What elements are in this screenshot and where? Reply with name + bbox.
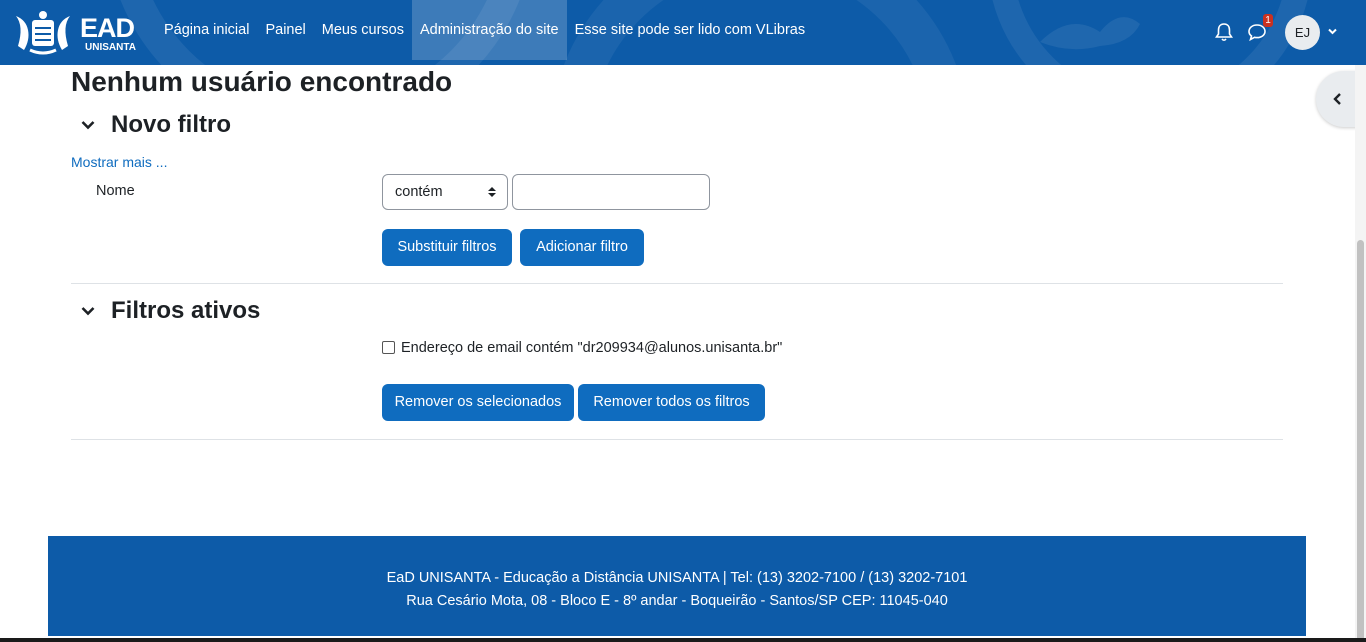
page-title: Nenhum usuário encontrado xyxy=(71,66,453,97)
nav-vlibras[interactable]: Esse site pode ser lido com VLibras xyxy=(567,0,814,60)
name-filter-input[interactable] xyxy=(512,174,710,210)
window-bottom-edge xyxy=(0,638,1366,642)
remove-all-filters-button[interactable]: Remover todos os filtros xyxy=(578,384,765,421)
remove-selected-button[interactable]: Remover os selecionados xyxy=(382,384,574,421)
section-divider xyxy=(71,439,1283,440)
footer-phone: | Tel: (13) 3202-7100 / (13) 3202-7101 xyxy=(718,570,968,586)
collapse-chevron-icon[interactable] xyxy=(80,303,96,319)
logo-subtext: UNISANTA xyxy=(85,42,136,53)
primary-navigation: Página inicial Painel Meus cursos Admini… xyxy=(156,0,813,60)
nav-home[interactable]: Página inicial xyxy=(156,0,257,60)
section-divider xyxy=(71,283,1283,284)
active-filter-checkbox[interactable] xyxy=(382,341,395,354)
replace-filters-button[interactable]: Substituir filtros xyxy=(382,229,512,266)
notifications-bell-icon[interactable] xyxy=(1215,22,1233,42)
nav-site-administration[interactable]: Administração do site xyxy=(411,0,567,60)
new-filter-title[interactable]: Novo filtro xyxy=(111,110,231,140)
footer-address: Rua Cesário Mota, 08 - Bloco E - 8º anda… xyxy=(406,593,948,609)
add-filter-button[interactable]: Adicionar filtro xyxy=(520,229,644,266)
operator-selected-value: contém xyxy=(395,184,443,200)
active-filters-title[interactable]: Filtros ativos xyxy=(111,296,260,326)
operator-select[interactable]: contém xyxy=(382,174,508,210)
footer-institution-name: EaD UNISANTA - Educação a Distância UNIS… xyxy=(386,570,719,586)
select-sort-icon xyxy=(488,187,496,197)
logo-text: EAD xyxy=(80,13,135,43)
show-more-link[interactable]: Mostrar mais ... xyxy=(71,153,167,171)
seahorse-crest-icon xyxy=(16,11,70,55)
chevron-left-icon xyxy=(1333,93,1341,105)
active-filter-label[interactable]: Endereço de email contém "dr209934@aluno… xyxy=(401,339,782,357)
name-field-label: Nome xyxy=(96,183,135,199)
nav-dashboard[interactable]: Painel xyxy=(257,0,313,60)
page-footer: EaD UNISANTA - Educação a Distância UNIS… xyxy=(48,536,1306,636)
top-navbar: EAD UNISANTA Página inicial Painel Meus … xyxy=(0,0,1366,65)
page-scrollbar[interactable] xyxy=(1355,65,1366,642)
chevron-down-icon[interactable] xyxy=(1327,26,1338,37)
messages-count-badge: 1 xyxy=(1263,14,1273,27)
footer-contact-line: EaD UNISANTA - Educação a Distância UNIS… xyxy=(48,569,1306,587)
scrollbar-thumb[interactable] xyxy=(1357,240,1364,642)
collapse-chevron-icon[interactable] xyxy=(80,117,96,133)
unisanta-logo[interactable]: EAD UNISANTA xyxy=(14,6,136,58)
nav-my-courses[interactable]: Meus cursos xyxy=(314,0,412,60)
user-avatar[interactable]: EJ xyxy=(1285,15,1320,50)
